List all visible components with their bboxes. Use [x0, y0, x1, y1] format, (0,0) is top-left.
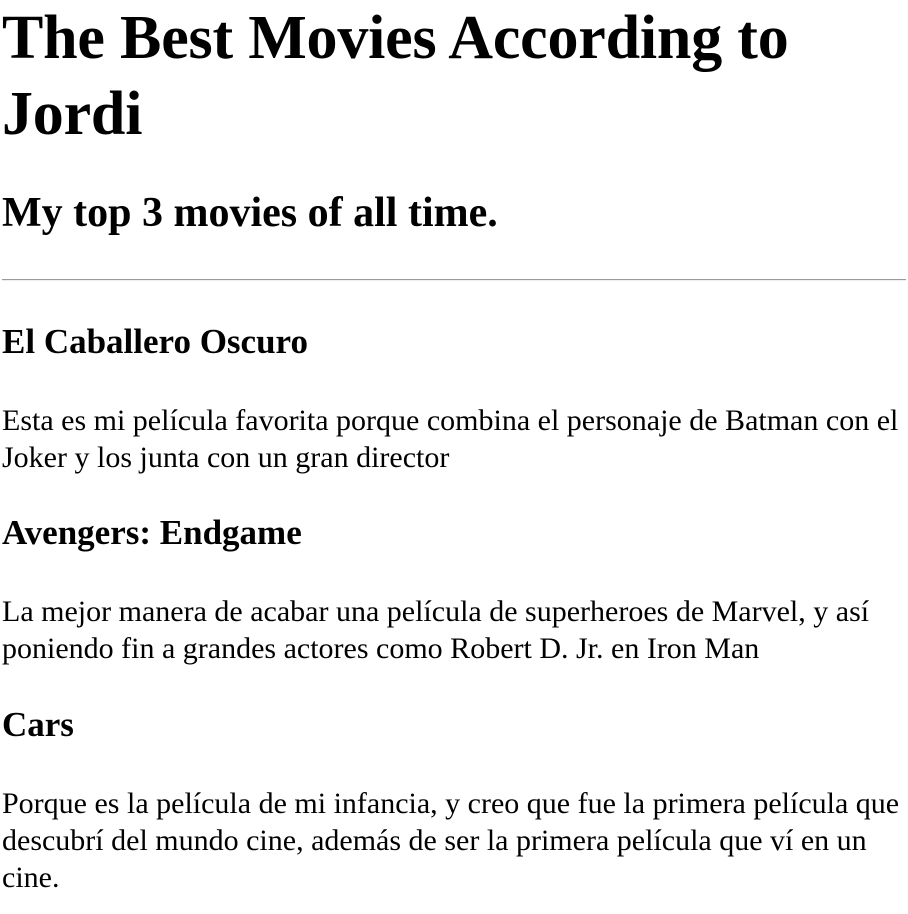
movie-description-1: Esta es mi película favorita porque comb… [2, 404, 899, 474]
movie-title-3: Cars [2, 705, 74, 744]
page: The Best Movies According to Jordi My to… [0, 0, 908, 914]
movie-title-1: El Caballero Oscuro [2, 322, 308, 361]
horizontal-divider [2, 279, 906, 281]
movie-title-2: Avengers: Endgame [2, 513, 302, 552]
movie-description-2: La mejor manera de acabar una película d… [2, 595, 870, 665]
page-title: The Best Movies According to Jordi [2, 4, 789, 148]
page-subtitle: My top 3 movies of all time. [2, 190, 498, 236]
movie-description-3: Porque es la película de mi infancia, y … [2, 787, 900, 894]
